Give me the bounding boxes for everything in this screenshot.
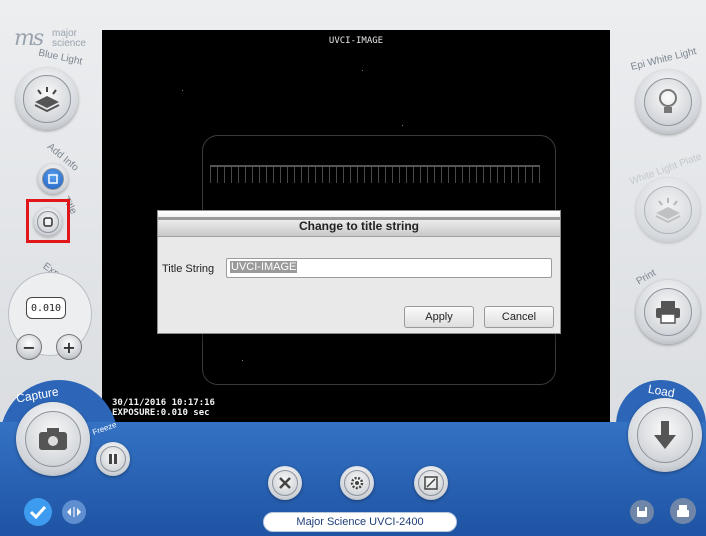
image-stamp: 30/11/2016 10:17:16 EXPOSURE:0.010 sec (112, 398, 215, 418)
logo-word: major science (52, 29, 86, 49)
exposure-minus-button[interactable]: − (16, 334, 42, 360)
arrow-down-icon (636, 406, 694, 464)
cancel-button[interactable]: Cancel (484, 306, 554, 328)
pause-icon (100, 446, 126, 472)
split-view-icon[interactable] (62, 500, 86, 524)
print-button[interactable] (636, 280, 700, 344)
checkmark-icon[interactable] (24, 498, 52, 526)
blue-light-icon (23, 75, 71, 123)
capture-button[interactable] (16, 402, 90, 476)
save-icon[interactable] (630, 500, 654, 524)
load-button[interactable] (628, 398, 702, 472)
settings-button[interactable] (340, 466, 374, 500)
exposure-input[interactable]: 0.010 (26, 297, 66, 319)
tools-icon (272, 470, 298, 496)
epi-white-light-label: Epi White Light (629, 46, 698, 73)
gel-ruler (210, 165, 540, 183)
image-title: UVCI-IMAGE (328, 36, 384, 46)
timestamp-text: 30/11/2016 10:17:16 (112, 398, 215, 408)
light-bulb-icon (643, 77, 693, 127)
camera-icon (24, 410, 82, 468)
white-plate-icon (643, 185, 693, 235)
dialog-header: Change to title string (158, 211, 560, 237)
logo-mark: ms (14, 26, 44, 51)
blue-light-button[interactable] (16, 68, 78, 130)
freeze-button[interactable] (96, 442, 130, 476)
usb-icon[interactable] (670, 498, 696, 524)
epi-white-light-button[interactable] (636, 70, 700, 134)
add-info-icon (41, 167, 65, 191)
brand-logo: ms major science (14, 26, 94, 52)
exposure-text: EXPOSURE:0.010 sec (112, 408, 210, 418)
image-view-button[interactable] (414, 466, 448, 500)
dialog-title: Change to title string (299, 219, 419, 233)
title-string-input[interactable]: UVCI-IMAGE (226, 258, 552, 278)
image-icon (418, 470, 444, 496)
tools-button[interactable] (268, 466, 302, 500)
gear-icon (344, 470, 370, 496)
printer-icon (643, 287, 693, 337)
logo-line2: science (52, 38, 86, 49)
white-light-plate-button[interactable] (636, 178, 700, 242)
app-window: ms major science Blue Light Add Info Titl… (0, 0, 706, 536)
title-string-label: Title String (162, 263, 215, 275)
title-dialog: Change to title string Title String UVCI… (157, 210, 561, 334)
status-bar: Major Science UVCI-2400 (263, 512, 457, 532)
apply-button[interactable]: Apply (404, 306, 474, 328)
exposure-plus-button[interactable]: + (56, 334, 82, 360)
title-highlight-box (26, 199, 70, 243)
add-info-button[interactable] (38, 164, 68, 194)
title-string-value: UVCI-IMAGE (230, 261, 298, 273)
